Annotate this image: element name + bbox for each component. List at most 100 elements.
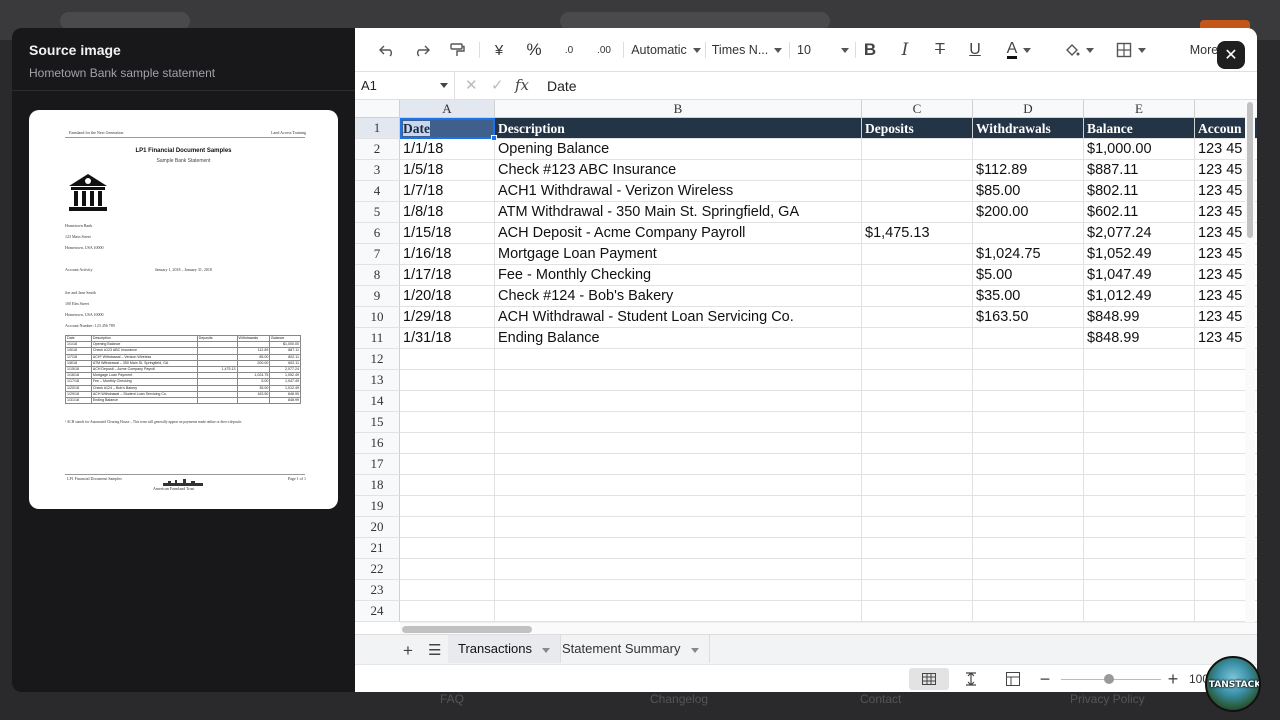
empty-cell[interactable]	[495, 475, 862, 496]
empty-cell[interactable]	[495, 454, 862, 475]
data-cell[interactable]: $1,475.13	[862, 223, 973, 244]
data-cell[interactable]: 1/20/18	[400, 286, 495, 307]
data-cell[interactable]: $163.50	[973, 307, 1084, 328]
empty-cell[interactable]	[973, 517, 1084, 538]
paint-format-button[interactable]	[445, 39, 469, 61]
data-cell[interactable]: $200.00	[973, 202, 1084, 223]
strikethrough-button[interactable]: T	[928, 39, 952, 61]
data-cell[interactable]	[862, 160, 973, 181]
data-cell[interactable]: ACH Deposit - Acme Company Payroll	[495, 223, 862, 244]
data-cell[interactable]: 1/29/18	[400, 307, 495, 328]
percent-format-button[interactable]: %	[522, 39, 546, 61]
data-cell[interactable]: 1/5/18	[400, 160, 495, 181]
row-header[interactable]: 18	[355, 475, 400, 496]
empty-cell[interactable]	[1084, 370, 1195, 391]
data-cell[interactable]: 1/7/18	[400, 181, 495, 202]
data-cell[interactable]: $887.11	[1084, 160, 1195, 181]
data-cell[interactable]: ACH1 Withdrawal - Verizon Wireless	[495, 181, 862, 202]
font-family-dropdown[interactable]: Times N...	[711, 39, 783, 61]
data-cell[interactable]: Mortgage Loan Payment	[495, 244, 862, 265]
empty-cell[interactable]	[862, 496, 973, 517]
data-cell[interactable]: 1/15/18	[400, 223, 495, 244]
row-header[interactable]: 2	[355, 139, 400, 160]
column-header[interactable]: C	[862, 100, 973, 118]
more-button[interactable]: More	[1189, 39, 1219, 61]
row-header[interactable]: 24	[355, 601, 400, 622]
tab-transactions[interactable]: Transactions	[448, 635, 561, 663]
horizontal-scroll-thumb[interactable]	[402, 626, 532, 633]
header-cell[interactable]: Deposits	[862, 118, 973, 139]
vertical-scrollbar[interactable]	[1245, 100, 1255, 622]
empty-cell[interactable]	[973, 391, 1084, 412]
borders-button[interactable]	[1113, 39, 1149, 61]
data-cell[interactable]	[862, 328, 973, 349]
row-header[interactable]: 7	[355, 244, 400, 265]
column-header[interactable]: E	[1084, 100, 1195, 118]
empty-cell[interactable]	[862, 433, 973, 454]
data-cell[interactable]: $848.99	[1084, 328, 1195, 349]
row-header[interactable]: 6	[355, 223, 400, 244]
empty-cell[interactable]	[862, 370, 973, 391]
data-cell[interactable]: $5.00	[973, 265, 1084, 286]
horizontal-scrollbar[interactable]	[400, 622, 1257, 634]
tab-statement-summary[interactable]: Statement Summary	[552, 635, 710, 663]
empty-cell[interactable]	[1084, 559, 1195, 580]
empty-cell[interactable]	[1084, 412, 1195, 433]
data-cell[interactable]: $2,077.24	[1084, 223, 1195, 244]
data-cell[interactable]: $1,047.49	[1084, 265, 1195, 286]
currency-format-button[interactable]: ¥	[487, 39, 511, 61]
empty-cell[interactable]	[495, 559, 862, 580]
close-button[interactable]: ✕	[1217, 41, 1245, 69]
empty-cell[interactable]	[495, 349, 862, 370]
row-header[interactable]: 16	[355, 433, 400, 454]
empty-cell[interactable]	[1084, 349, 1195, 370]
empty-cell[interactable]	[400, 601, 495, 622]
empty-cell[interactable]	[1084, 601, 1195, 622]
data-cell[interactable]: 1/8/18	[400, 202, 495, 223]
row-header[interactable]: 4	[355, 181, 400, 202]
empty-cell[interactable]	[862, 391, 973, 412]
fill-color-button[interactable]	[1061, 39, 1097, 61]
data-cell[interactable]: $35.00	[973, 286, 1084, 307]
empty-cell[interactable]	[973, 496, 1084, 517]
data-cell[interactable]	[973, 328, 1084, 349]
empty-cell[interactable]	[973, 538, 1084, 559]
empty-cell[interactable]	[495, 580, 862, 601]
data-cell[interactable]: $602.11	[1084, 202, 1195, 223]
data-cell[interactable]	[862, 202, 973, 223]
empty-cell[interactable]	[1084, 454, 1195, 475]
empty-cell[interactable]	[400, 475, 495, 496]
source-image-thumbnail[interactable]: Farmland for the Next Generation Land Ac…	[29, 110, 338, 509]
data-cell[interactable]	[862, 307, 973, 328]
row-header[interactable]: 14	[355, 391, 400, 412]
empty-cell[interactable]	[973, 349, 1084, 370]
empty-cell[interactable]	[973, 475, 1084, 496]
row-header[interactable]: 9	[355, 286, 400, 307]
empty-cell[interactable]	[862, 538, 973, 559]
column-header[interactable]: A	[400, 100, 495, 118]
empty-cell[interactable]	[973, 454, 1084, 475]
confirm-edit-icon[interactable]: ✓	[491, 76, 504, 94]
data-cell[interactable]	[862, 286, 973, 307]
empty-cell[interactable]	[400, 349, 495, 370]
zoom-slider-knob[interactable]	[1104, 674, 1114, 684]
row-header[interactable]: 8	[355, 265, 400, 286]
font-size-dropdown[interactable]: 10	[797, 39, 849, 61]
empty-cell[interactable]	[1084, 475, 1195, 496]
zoom-out-button[interactable]: −	[1025, 668, 1065, 690]
cancel-edit-icon[interactable]: ✕	[465, 76, 478, 94]
cell-grid[interactable]: A B C D E 1 Date Description Deposits Withdrawals…	[355, 100, 1257, 622]
empty-cell[interactable]	[495, 496, 862, 517]
empty-cell[interactable]	[973, 580, 1084, 601]
data-cell[interactable]: Ending Balance	[495, 328, 862, 349]
row-header[interactable]: 17	[355, 454, 400, 475]
tanstack-badge[interactable]: TANSTACK	[1205, 656, 1261, 712]
zoom-in-button[interactable]: +	[1153, 668, 1193, 690]
empty-cell[interactable]	[1084, 433, 1195, 454]
row-header[interactable]: 10	[355, 307, 400, 328]
empty-cell[interactable]	[1084, 580, 1195, 601]
empty-cell[interactable]	[495, 538, 862, 559]
empty-cell[interactable]	[495, 433, 862, 454]
empty-cell[interactable]	[400, 454, 495, 475]
data-cell[interactable]: Check #124 - Bob's Bakery	[495, 286, 862, 307]
